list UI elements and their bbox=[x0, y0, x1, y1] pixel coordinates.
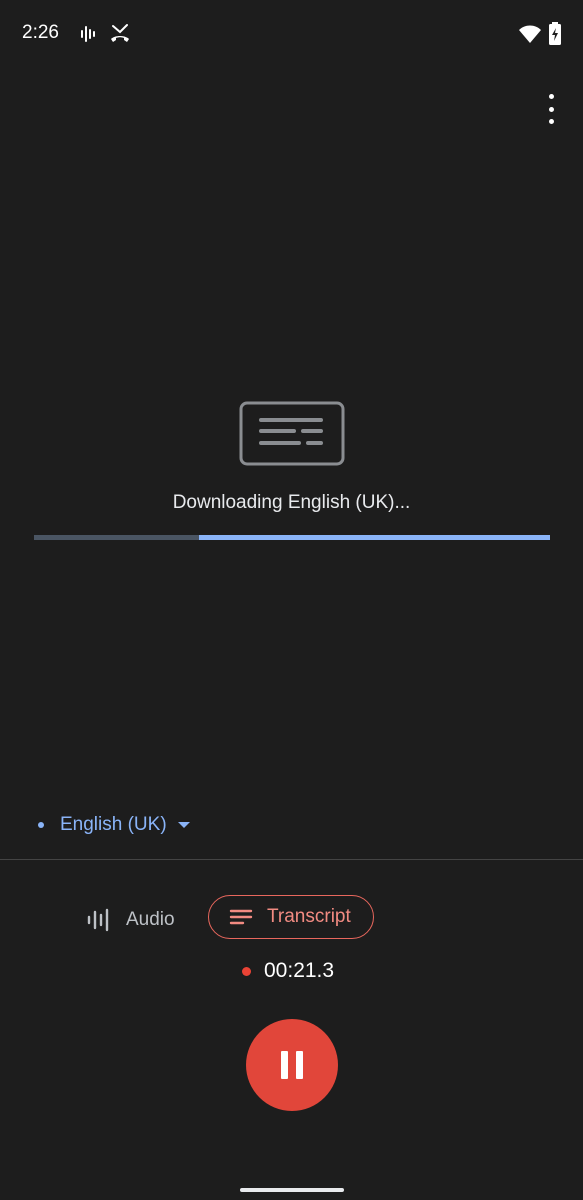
download-status-text: Downloading English (UK)... bbox=[172, 492, 411, 513]
more-vert-icon[interactable] bbox=[539, 94, 563, 124]
download-progress-fill bbox=[199, 535, 550, 540]
pause-icon bbox=[296, 1051, 303, 1079]
waveform-icon bbox=[87, 908, 109, 932]
pause-icon bbox=[281, 1051, 288, 1079]
menu-dot bbox=[548, 106, 554, 112]
language-indicator-dot bbox=[38, 822, 44, 828]
tab-transcript[interactable]: Transcript bbox=[208, 895, 374, 939]
divider bbox=[0, 859, 583, 860]
tab-audio[interactable]: Audio bbox=[86, 900, 175, 940]
transcript-icon bbox=[239, 401, 345, 466]
recording-timer: 00:21.3 bbox=[242, 959, 334, 983]
download-progress-bar bbox=[34, 535, 550, 540]
wifi-icon bbox=[519, 25, 541, 43]
menu-dot bbox=[548, 119, 554, 124]
sound-wave-icon bbox=[81, 26, 95, 42]
menu-dot bbox=[548, 94, 554, 99]
tab-audio-label: Audio bbox=[126, 909, 175, 930]
recording-indicator-dot bbox=[242, 966, 251, 976]
status-time: 2:26 bbox=[22, 22, 59, 43]
tab-transcript-label: Transcript bbox=[267, 906, 351, 927]
dropdown-arrow-icon bbox=[177, 822, 190, 828]
status-bar: 2:26 bbox=[0, 0, 583, 70]
pause-button[interactable] bbox=[246, 1019, 338, 1111]
missed-call-icon bbox=[111, 24, 129, 42]
battery-icon bbox=[549, 22, 561, 45]
elapsed-time: 00:21.3 bbox=[264, 959, 335, 982]
language-selector[interactable]: English (UK) bbox=[38, 814, 190, 836]
notes-icon bbox=[229, 909, 253, 925]
language-label: English (UK) bbox=[60, 814, 167, 835]
home-indicator[interactable] bbox=[240, 1188, 344, 1192]
